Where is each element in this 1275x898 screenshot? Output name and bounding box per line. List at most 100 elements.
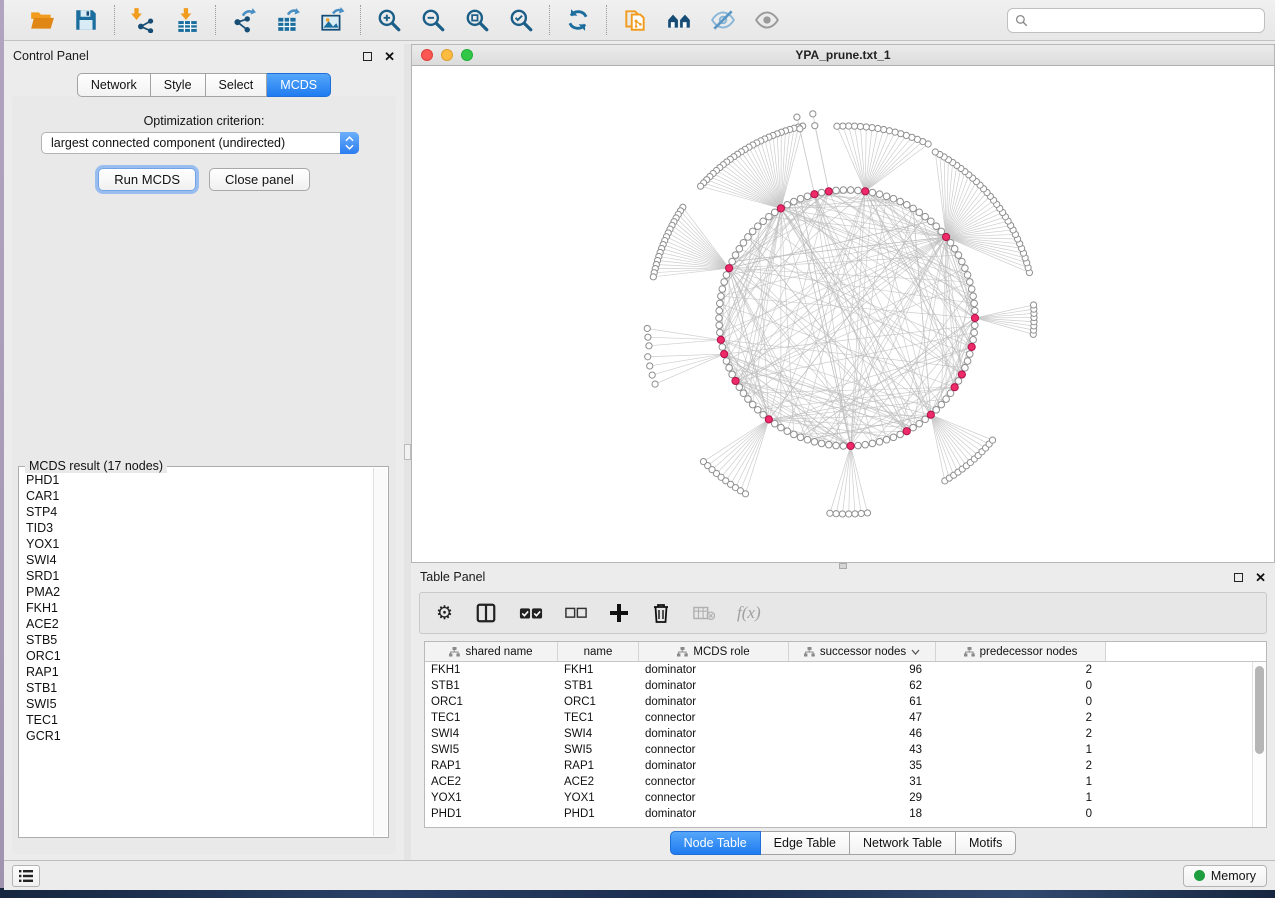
float-panel-icon[interactable]	[363, 52, 372, 61]
column-header-shared-name[interactable]: shared name	[425, 642, 558, 661]
search-input[interactable]	[1033, 13, 1257, 27]
unselect-all-icon[interactable]	[565, 606, 587, 620]
table-row[interactable]: ORC1ORC1dominator610	[425, 694, 1252, 710]
overview-icon[interactable]	[665, 6, 693, 34]
export-table-icon[interactable]	[274, 6, 302, 34]
tab-network[interactable]: Network	[77, 73, 151, 97]
mcds-result-item[interactable]: ACE2	[26, 616, 373, 632]
clone-network-icon[interactable]	[621, 6, 649, 34]
optimization-criterion-select[interactable]: largest connected component (undirected)	[41, 132, 359, 154]
run-mcds-button[interactable]: Run MCDS	[98, 168, 196, 191]
tab-motifs[interactable]: Motifs	[956, 831, 1016, 855]
mcds-result-item[interactable]: STP4	[26, 504, 373, 520]
panel-splitter-horizontal[interactable]	[839, 563, 847, 569]
zoom-out-icon[interactable]	[419, 6, 447, 34]
function-builder-icon[interactable]: f(x)	[737, 603, 761, 623]
close-panel-icon[interactable]: ✕	[384, 52, 395, 61]
add-row-icon[interactable]	[609, 603, 629, 623]
select-stepper-icon	[340, 132, 359, 154]
table-cell: ACE2	[425, 776, 558, 788]
table-cell: connector	[639, 776, 789, 788]
mcds-result-item[interactable]: SWI4	[26, 552, 373, 568]
control-panel-titlebar: Control Panel ✕	[4, 44, 404, 68]
tab-edge-table[interactable]: Edge Table	[761, 831, 850, 855]
mcds-result-item[interactable]: CAR1	[26, 488, 373, 504]
zoom-in-icon[interactable]	[375, 6, 403, 34]
import-table-icon[interactable]	[173, 6, 201, 34]
network-graph[interactable]	[412, 66, 1274, 561]
table-row[interactable]: TEC1TEC1connector472	[425, 710, 1252, 726]
mcds-list-scrollbar[interactable]	[373, 468, 387, 836]
close-table-panel-icon[interactable]: ✕	[1255, 573, 1266, 582]
column-header-successor-nodes[interactable]: successor nodes	[789, 642, 936, 661]
table-row[interactable]: STB1STB1dominator620	[425, 678, 1252, 694]
automation-panel-button[interactable]	[12, 865, 40, 887]
optimization-criterion-label: Optimization criterion:	[4, 114, 404, 128]
table-row[interactable]: RAP1RAP1dominator352	[425, 758, 1252, 774]
mcds-result-item[interactable]: SWI5	[26, 696, 373, 712]
mcds-result-item[interactable]: TID3	[26, 520, 373, 536]
table-settings-gear-icon[interactable]: ⚙	[436, 604, 453, 623]
table-row[interactable]: ACE2ACE2connector311	[425, 774, 1252, 790]
tab-node-table[interactable]: Node Table	[670, 831, 761, 855]
mcds-result-item[interactable]: SRD1	[26, 568, 373, 584]
hide-graphics-details-icon[interactable]	[709, 6, 737, 34]
close-panel-button[interactable]: Close panel	[209, 168, 310, 191]
network-canvas[interactable]	[412, 66, 1274, 561]
zoom-fit-icon[interactable]	[463, 6, 491, 34]
refresh-layout-icon[interactable]	[564, 6, 592, 34]
mcds-result-item[interactable]: ORC1	[26, 648, 373, 664]
mcds-result-item[interactable]: STB1	[26, 680, 373, 696]
mcds-result-item[interactable]: GCR1	[26, 728, 373, 744]
show-graphics-details-icon[interactable]	[753, 6, 781, 34]
control-panel-title: Control Panel	[13, 49, 89, 63]
table-cell: FKH1	[425, 664, 558, 676]
tab-select[interactable]: Select	[206, 73, 268, 97]
delete-table-icon[interactable]	[693, 605, 715, 621]
tab-style[interactable]: Style	[151, 73, 206, 97]
select-all-icon[interactable]	[519, 605, 543, 621]
table-scrollbar[interactable]	[1252, 662, 1266, 827]
save-session-icon[interactable]	[72, 6, 100, 34]
mcds-result-item[interactable]: TEC1	[26, 712, 373, 728]
panel-splitter-vertical[interactable]	[404, 44, 411, 860]
export-network-icon[interactable]	[230, 6, 258, 34]
table-row[interactable]: YOX1YOX1connector291	[425, 790, 1252, 806]
network-window-titlebar[interactable]: YPA_prune.txt_1	[412, 45, 1274, 66]
mcds-result-item[interactable]: FKH1	[26, 600, 373, 616]
table-scrollbar-thumb[interactable]	[1255, 666, 1264, 754]
tab-mcds[interactable]: MCDS	[267, 73, 331, 97]
mcds-result-item[interactable]: PMA2	[26, 584, 373, 600]
tab-network-table[interactable]: Network Table	[850, 831, 956, 855]
memory-status-icon	[1194, 870, 1205, 881]
table-cell: dominator	[639, 696, 789, 708]
search-field[interactable]	[1007, 8, 1265, 33]
table-cell: dominator	[639, 760, 789, 772]
table-cell: 18	[789, 808, 936, 820]
zoom-selected-icon[interactable]	[507, 6, 535, 34]
table-cell: RAP1	[558, 760, 639, 772]
mcds-result-item[interactable]: RAP1	[26, 664, 373, 680]
table-row[interactable]: PHD1PHD1dominator180	[425, 806, 1252, 822]
node-table-header: shared namenameMCDS rolesuccessor nodesp…	[425, 642, 1266, 662]
export-image-icon[interactable]	[318, 6, 346, 34]
show-columns-icon[interactable]	[475, 602, 497, 624]
mcds-result-item[interactable]: STB5	[26, 632, 373, 648]
splitter-handle[interactable]	[404, 444, 411, 460]
column-header-predecessor-nodes[interactable]: predecessor nodes	[936, 642, 1106, 661]
table-row[interactable]: SWI5SWI5connector431	[425, 742, 1252, 758]
table-row[interactable]: SWI4SWI4dominator462	[425, 726, 1252, 742]
delete-row-icon[interactable]	[651, 602, 671, 624]
column-header-empty	[1106, 642, 1266, 661]
column-header-name[interactable]: name	[558, 642, 639, 661]
memory-button[interactable]: Memory	[1183, 865, 1267, 887]
mcds-result-list[interactable]: PHD1CAR1STP4TID3YOX1SWI4SRD1PMA2FKH1ACE2…	[20, 468, 373, 836]
mcds-result-item[interactable]: PHD1	[26, 472, 373, 488]
float-table-panel-icon[interactable]	[1234, 573, 1243, 582]
column-header-MCDS-role[interactable]: MCDS role	[639, 642, 789, 661]
mcds-result-item[interactable]: YOX1	[26, 536, 373, 552]
table-cell: TEC1	[425, 712, 558, 724]
import-network-icon[interactable]	[129, 6, 157, 34]
table-row[interactable]: FKH1FKH1dominator962	[425, 662, 1252, 678]
open-file-icon[interactable]	[28, 6, 56, 34]
